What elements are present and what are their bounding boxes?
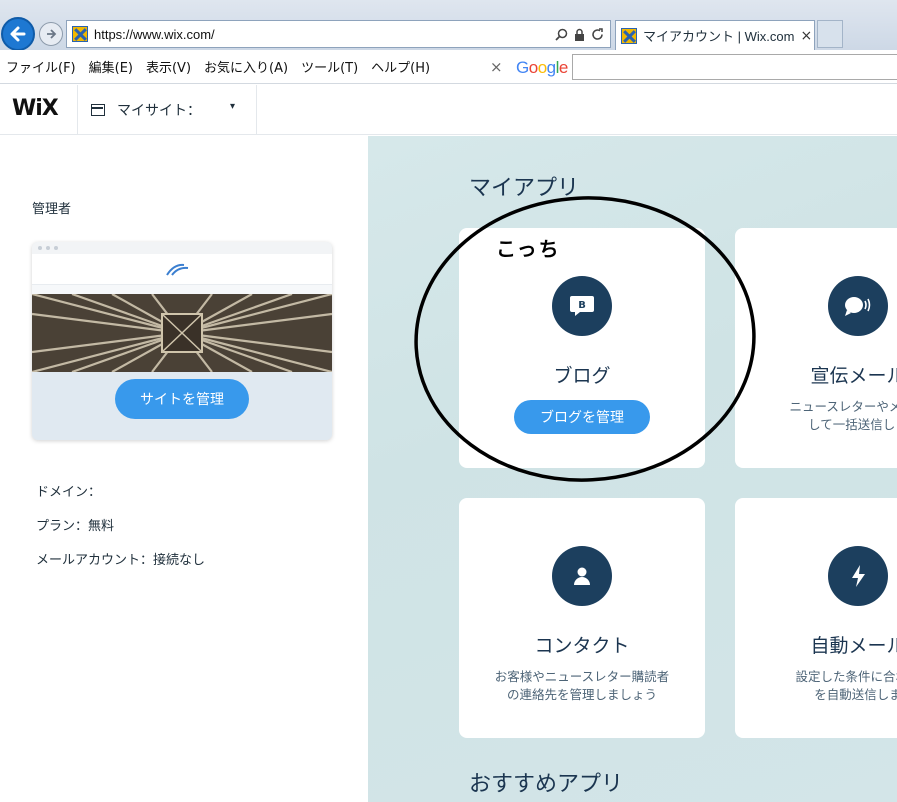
site-logo-icon bbox=[166, 263, 189, 276]
menu-file[interactable]: ファイル(F) bbox=[0, 57, 82, 76]
lock-icon[interactable] bbox=[574, 28, 585, 41]
menu-help[interactable]: ヘルプ(H) bbox=[365, 57, 436, 76]
url-text[interactable]: https://www.wix.com/ bbox=[94, 27, 555, 42]
google-search-input[interactable] bbox=[572, 54, 897, 80]
menu-favorites[interactable]: お気に入り(A) bbox=[198, 57, 294, 76]
browser-window-icon bbox=[91, 104, 105, 116]
forward-arrow-icon bbox=[47, 29, 57, 39]
plan-label: プラン： bbox=[36, 519, 89, 534]
app-card-blog[interactable]: B ブログ ブログを管理 bbox=[459, 228, 705, 468]
google-logo: Google bbox=[516, 58, 568, 77]
recommended-apps-heading: おすすめアプリ bbox=[469, 772, 624, 797]
account-sidebar: 管理者 サイトを管理 ドメイン： プラン：無料 メールアカウント：接続なし bbox=[0, 136, 368, 802]
annotation-note: こっち bbox=[496, 237, 561, 261]
domain-info: ドメイン： bbox=[36, 481, 101, 500]
blog-icon: B bbox=[552, 276, 612, 336]
app-name: ブログ bbox=[553, 365, 611, 387]
app-description: 設定した条件に合わせ を自動送信しま bbox=[795, 669, 897, 702]
person-icon bbox=[552, 546, 612, 606]
menu-edit[interactable]: 編集(E) bbox=[83, 57, 139, 76]
thumbnail-nav bbox=[32, 284, 332, 294]
menu-tools[interactable]: ツール(T) bbox=[295, 57, 364, 76]
speech-bubble-icon bbox=[828, 276, 888, 336]
my-apps-heading: マイアプリ bbox=[469, 176, 580, 201]
domain-label: ドメイン： bbox=[36, 485, 102, 500]
site-thumbnail[interactable]: サイトを管理 bbox=[32, 242, 332, 440]
app-name: コンタクト bbox=[534, 635, 630, 657]
refresh-icon[interactable] bbox=[591, 27, 604, 41]
site-selector-label[interactable]: マイサイト： bbox=[117, 100, 201, 120]
app-description: お客様やニュースレター購読者 の連絡先を管理しましょう bbox=[494, 669, 670, 702]
manage-site-button[interactable]: サイトを管理 bbox=[115, 379, 249, 419]
search-bar-close-icon[interactable]: × bbox=[490, 58, 503, 76]
wix-favicon-icon bbox=[72, 26, 88, 42]
thumbnail-toolbar bbox=[32, 242, 332, 254]
back-arrow-icon bbox=[10, 26, 26, 42]
mail-value[interactable]: 接続なし bbox=[153, 553, 205, 568]
wix-header: WiX マイサイト： ▾ bbox=[0, 85, 897, 135]
header-divider bbox=[256, 85, 257, 135]
browser-tab[interactable]: マイアカウント | Wix.com × bbox=[615, 20, 815, 50]
mail-label: メールアカウント： bbox=[36, 553, 154, 568]
plan-value[interactable]: 無料 bbox=[88, 519, 114, 534]
app-card-contacts[interactable]: コンタクト お客様やニュースレター購読者 の連絡先を管理しましょう bbox=[459, 498, 705, 738]
svg-text:B: B bbox=[578, 300, 586, 311]
thumbnail-photo bbox=[32, 294, 332, 372]
thumbnail-site-header bbox=[32, 254, 332, 284]
browser-title-bar: https://www.wix.com/ マイアカウント | Wix.com × bbox=[0, 0, 897, 51]
search-icon[interactable] bbox=[555, 28, 568, 41]
tab-title: マイアカウント | Wix.com bbox=[643, 29, 795, 44]
lightning-icon bbox=[828, 546, 888, 606]
app-description: ニュースレターやメルマ して一括送信しま bbox=[789, 399, 897, 432]
app-name: 自動メール bbox=[810, 635, 897, 657]
manage-blog-button[interactable]: ブログを管理 bbox=[514, 400, 650, 434]
app-card-auto-mail[interactable]: 自動メール 設定した条件に合わせ を自動送信しま bbox=[735, 498, 897, 738]
plan-info: プラン：無料 bbox=[36, 515, 114, 534]
tab-close-icon[interactable]: × bbox=[794, 28, 818, 44]
user-role: 管理者 bbox=[32, 202, 72, 217]
menu-bar: ファイル(F) 編集(E) 表示(V) お気に入り(A) ツール(T) ヘルプ(… bbox=[0, 50, 897, 84]
tab-favicon-icon bbox=[621, 27, 637, 44]
mail-account-info: メールアカウント：接続なし bbox=[36, 549, 205, 568]
back-button[interactable] bbox=[1, 17, 35, 51]
app-name: 宣伝メール bbox=[810, 365, 897, 387]
chevron-down-icon[interactable]: ▾ bbox=[230, 101, 235, 112]
header-divider bbox=[77, 85, 78, 135]
wix-logo[interactable]: WiX bbox=[12, 96, 59, 121]
new-tab-button[interactable] bbox=[817, 20, 843, 48]
my-apps-panel: マイアプリ B ブログ ブログを管理 宣伝メール ニュースレターやメルマ して一… bbox=[368, 136, 897, 802]
forward-button[interactable] bbox=[39, 22, 63, 46]
app-card-promo-mail[interactable]: 宣伝メール ニュースレターやメルマ して一括送信しま bbox=[735, 228, 897, 468]
menu-view[interactable]: 表示(V) bbox=[140, 57, 197, 76]
address-bar[interactable]: https://www.wix.com/ bbox=[66, 20, 611, 48]
